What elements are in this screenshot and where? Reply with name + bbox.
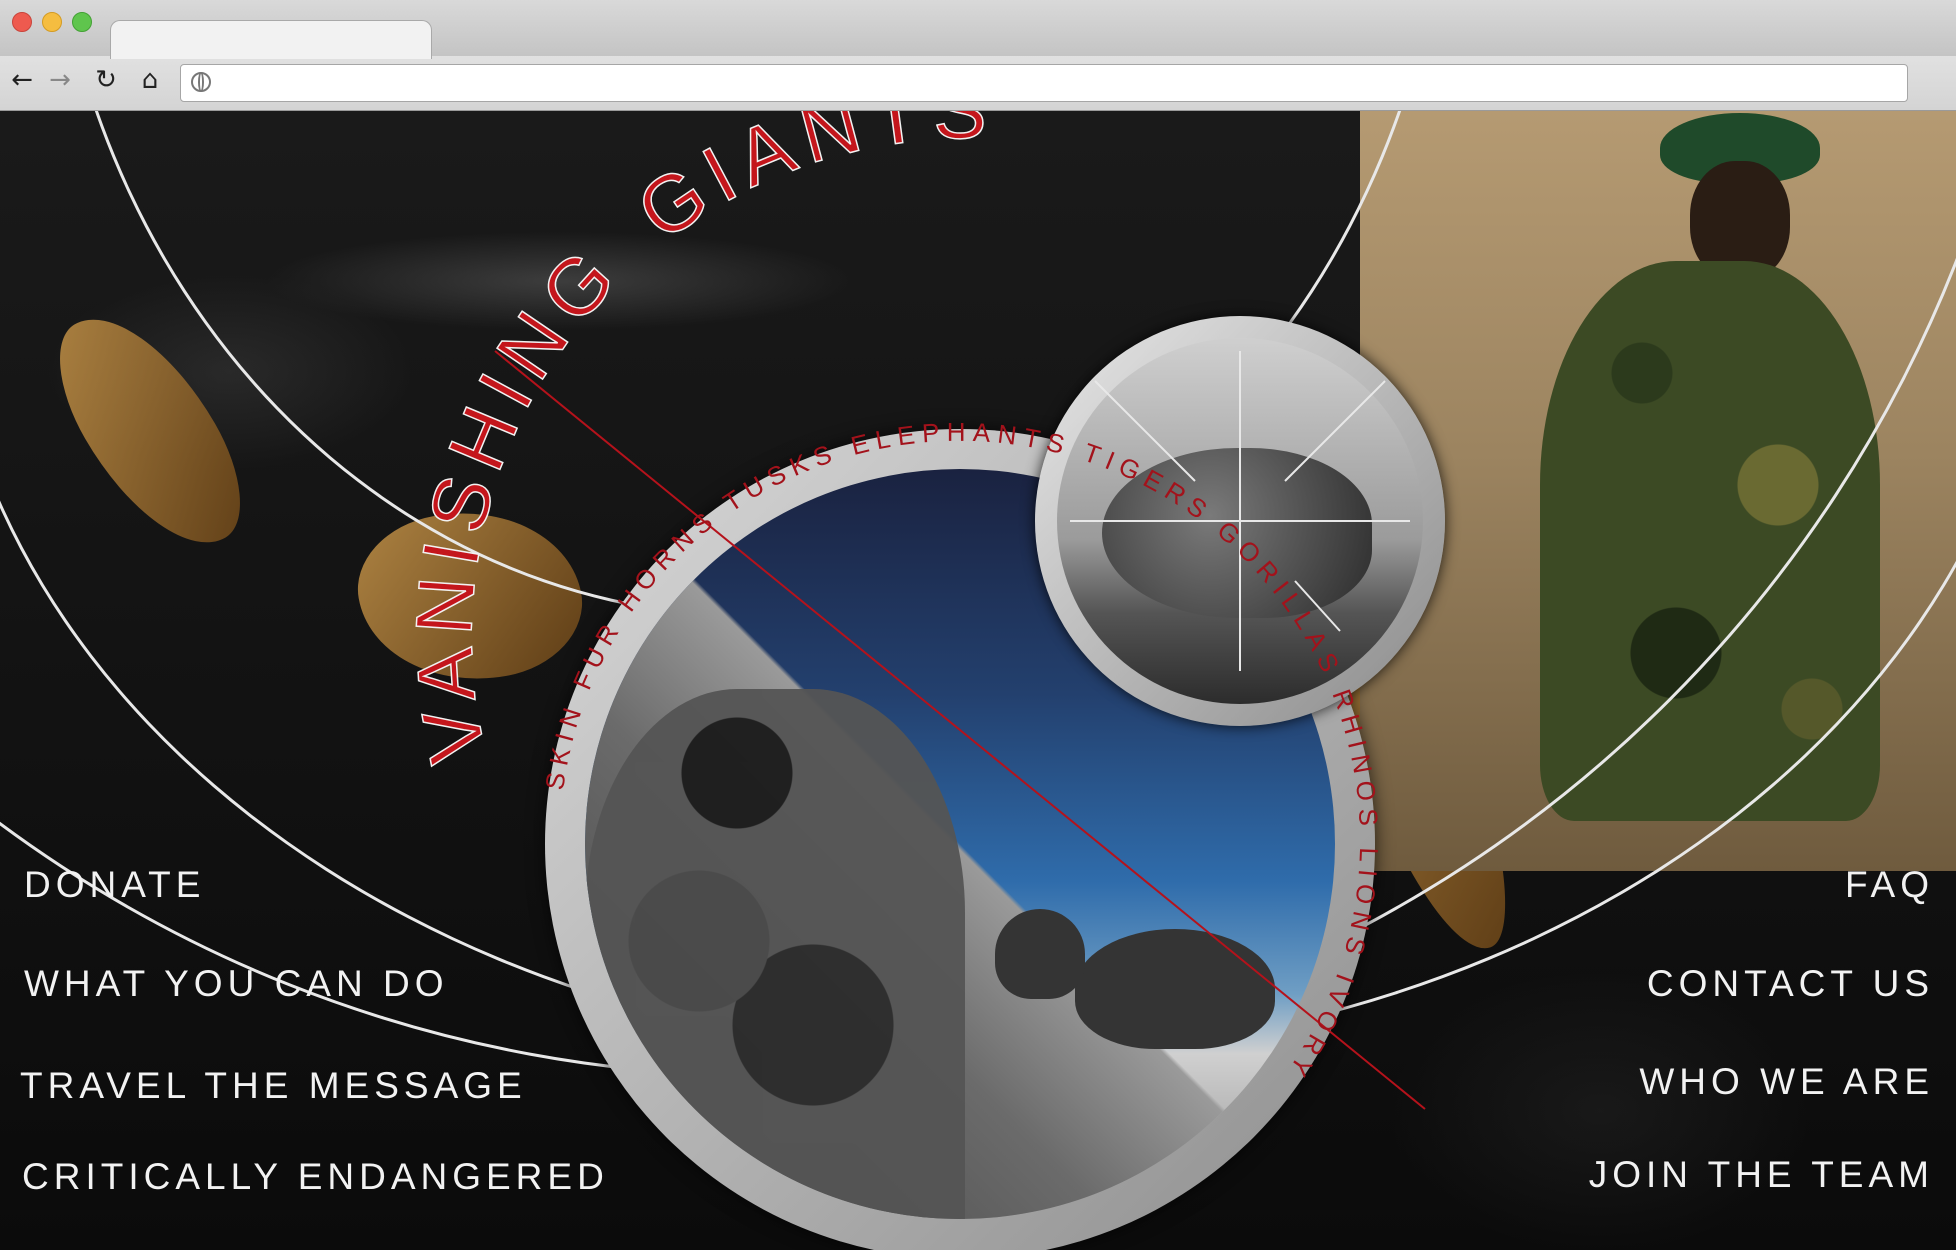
crosshair-icon <box>1070 351 1410 671</box>
nav-join-the-team[interactable]: JOIN THE TEAM <box>1589 1154 1934 1196</box>
nav-contact-us[interactable]: CONTACT US <box>1647 963 1934 1005</box>
title-word-vanishing: VANISHING <box>399 226 638 769</box>
browser-chrome: ← → ↻ ⌂ <box>0 0 1956 111</box>
browser-tab[interactable] <box>110 20 432 59</box>
close-window-button[interactable] <box>12 12 32 32</box>
emblem-ring-text: SKIN FUR HORNS TUSKS ELEPHANTS TIGERS GO… <box>539 417 1384 1088</box>
address-bar[interactable] <box>180 64 1908 102</box>
nav-what-you-can-do[interactable]: WHAT YOU CAN DO <box>24 963 448 1005</box>
title-word-giants: GIANTS <box>622 111 997 257</box>
nav-travel-the-message[interactable]: TRAVEL THE MESSAGE <box>20 1065 527 1107</box>
red-diagonal-line <box>494 350 1426 1110</box>
page-content: SKIN FUR HORNS TUSKS ELEPHANTS TIGERS GO… <box>0 111 1956 1250</box>
home-icon[interactable]: ⌂ <box>136 66 164 94</box>
reload-icon[interactable]: ↻ <box>92 66 120 94</box>
maximize-window-button[interactable] <box>72 12 92 32</box>
nav-donate[interactable]: DONATE <box>24 864 205 906</box>
nav-critically-endangered[interactable]: CRITICALLY ENDANGERED <box>22 1156 609 1198</box>
minimize-window-button[interactable] <box>42 12 62 32</box>
back-icon[interactable]: ← <box>8 66 36 94</box>
nav-faq[interactable]: FAQ <box>1845 864 1934 906</box>
nav-who-we-are[interactable]: WHO WE ARE <box>1639 1061 1934 1103</box>
forward-icon[interactable]: → <box>46 66 74 94</box>
globe-icon <box>191 72 211 92</box>
tab-strip <box>0 0 1956 59</box>
